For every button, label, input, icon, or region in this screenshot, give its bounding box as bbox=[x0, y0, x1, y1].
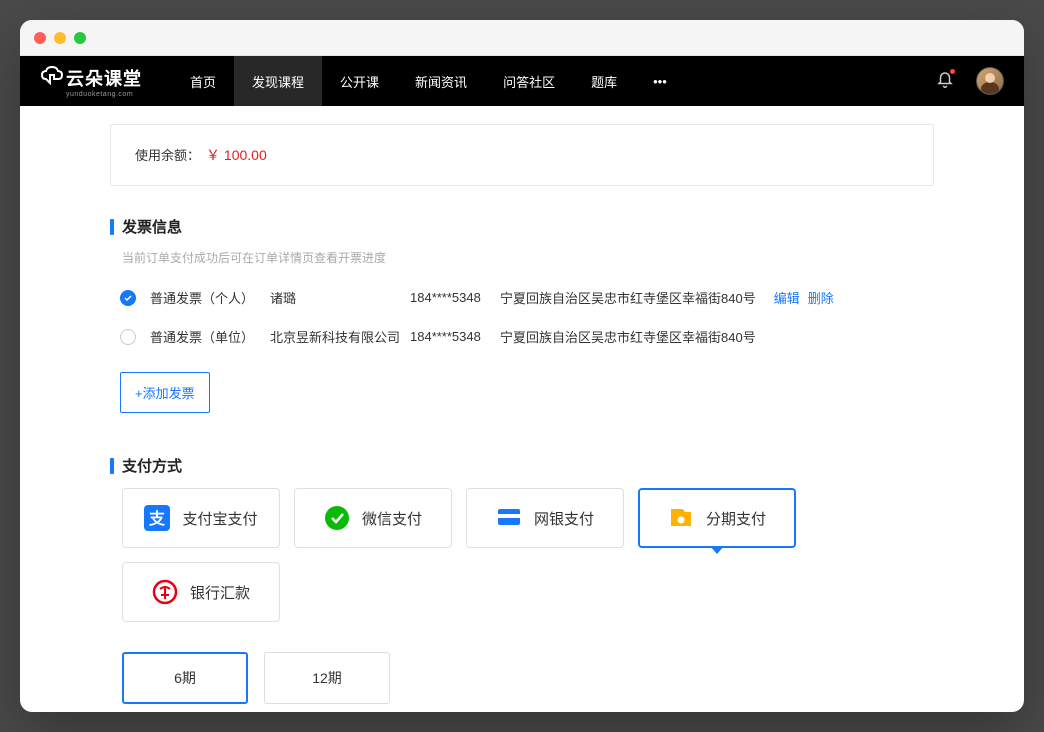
payment-section: 支付方式 支支付宝支付微信支付网银支付分期支付银行汇款 6期12期 支付宝个人转… bbox=[110, 455, 934, 712]
logo-subtitle: yunduoketang.com bbox=[66, 91, 142, 98]
notification-bell-icon[interactable] bbox=[936, 70, 954, 93]
payment-method-label: 网银支付 bbox=[534, 508, 594, 529]
netbank-icon bbox=[496, 505, 522, 531]
wechat-icon bbox=[324, 505, 350, 531]
payment-title: 支付方式 bbox=[122, 455, 182, 476]
installment-term[interactable]: 6期 bbox=[122, 652, 248, 704]
nav-item-0[interactable]: 首页 bbox=[172, 56, 234, 106]
payment-method-label: 支付宝支付 bbox=[182, 508, 257, 529]
payment-method-netbank[interactable]: 网银支付 bbox=[466, 488, 624, 548]
minimize-window-icon[interactable] bbox=[54, 32, 66, 44]
nav-item-3[interactable]: 新闻资讯 bbox=[397, 56, 485, 106]
invoice-name: 诸璐 bbox=[270, 288, 410, 307]
invoice-address: 宁夏回族自治区吴忠市红寺堡区幸福街840号 bbox=[500, 288, 756, 307]
invoice-radio[interactable] bbox=[120, 329, 136, 345]
maximize-window-icon[interactable] bbox=[74, 32, 86, 44]
section-accent-bar bbox=[110, 458, 114, 474]
payment-method-installment[interactable]: 分期支付 bbox=[638, 488, 796, 548]
invoice-section: 发票信息 当前订单支付成功后可在订单详情页查看开票进度 普通发票（个人）诸璐18… bbox=[110, 216, 934, 413]
section-accent-bar bbox=[110, 219, 114, 235]
invoice-row: 普通发票（个人）诸璐184****5348宁夏回族自治区吴忠市红寺堡区幸福街84… bbox=[110, 288, 934, 307]
invoice-title: 发票信息 bbox=[122, 216, 182, 237]
invoice-name: 北京昱新科技有限公司 bbox=[270, 327, 410, 346]
invoice-subtitle: 当前订单支付成功后可在订单详情页查看开票进度 bbox=[122, 249, 934, 266]
cloud-logo-icon bbox=[40, 65, 64, 85]
invoice-phone: 184****5348 bbox=[410, 290, 500, 305]
main-nav: 首页发现课程公开课新闻资讯问答社区题库 bbox=[172, 56, 635, 106]
top-navbar: 云朵课堂 yunduoketang.com 首页发现课程公开课新闻资讯问答社区题… bbox=[20, 56, 1024, 106]
invoice-type: 普通发票（个人） bbox=[150, 288, 270, 307]
balance-label: 使用余额： bbox=[135, 148, 200, 163]
nav-item-4[interactable]: 问答社区 bbox=[485, 56, 573, 106]
notification-dot-icon bbox=[950, 69, 955, 74]
logo[interactable]: 云朵课堂 yunduoketang.com bbox=[40, 65, 142, 98]
user-avatar[interactable] bbox=[976, 67, 1004, 95]
installment-terms-row: 6期 12期 bbox=[122, 652, 934, 704]
invoice-address: 宁夏回族自治区吴忠市红寺堡区幸福街840号 bbox=[500, 327, 756, 346]
invoice-radio[interactable] bbox=[120, 290, 136, 306]
invoice-phone: 184****5348 bbox=[410, 329, 500, 344]
invoice-type: 普通发票（单位） bbox=[150, 327, 270, 346]
svg-text:支: 支 bbox=[148, 509, 166, 528]
payment-method-label: 银行汇款 bbox=[190, 582, 250, 603]
payment-method-alipay[interactable]: 支支付宝支付 bbox=[122, 488, 280, 548]
nav-more-icon[interactable]: ••• bbox=[635, 74, 685, 89]
payment-methods-row: 支支付宝支付 微信支付 网银支付 分期支付银行汇款 bbox=[122, 488, 934, 622]
nav-item-2[interactable]: 公开课 bbox=[322, 56, 397, 106]
delete-link[interactable]: 删除 bbox=[808, 288, 834, 307]
payment-method-label: 分期支付 bbox=[706, 508, 766, 529]
app-window: 云朵课堂 yunduoketang.com 首页发现课程公开课新闻资讯问答社区题… bbox=[20, 20, 1024, 712]
balance-box: 使用余额： ￥ 100.00 bbox=[110, 124, 934, 186]
installment-term[interactable]: 12期 bbox=[264, 652, 390, 704]
add-invoice-button[interactable]: +添加发票 bbox=[120, 372, 210, 413]
installment-icon bbox=[668, 505, 694, 531]
payment-method-label: 微信支付 bbox=[362, 508, 422, 529]
nav-item-5[interactable]: 题库 bbox=[573, 56, 635, 106]
window-titlebar bbox=[20, 20, 1024, 56]
payment-method-wechat[interactable]: 微信支付 bbox=[294, 488, 452, 548]
logo-text: 云朵课堂 bbox=[66, 65, 142, 91]
alipay-icon: 支 bbox=[144, 505, 170, 531]
banktransfer-icon bbox=[152, 579, 178, 605]
payment-method-banktransfer[interactable]: 银行汇款 bbox=[122, 562, 280, 622]
page-content: 使用余额： ￥ 100.00 发票信息 当前订单支付成功后可在订单详情页查看开票进… bbox=[20, 106, 1024, 712]
close-window-icon[interactable] bbox=[34, 32, 46, 44]
nav-item-1[interactable]: 发现课程 bbox=[234, 56, 322, 106]
balance-amount: ￥ 100.00 bbox=[206, 147, 267, 163]
invoice-row: 普通发票（单位）北京昱新科技有限公司184****5348宁夏回族自治区吴忠市红… bbox=[110, 327, 934, 346]
edit-link[interactable]: 编辑 bbox=[774, 288, 800, 307]
